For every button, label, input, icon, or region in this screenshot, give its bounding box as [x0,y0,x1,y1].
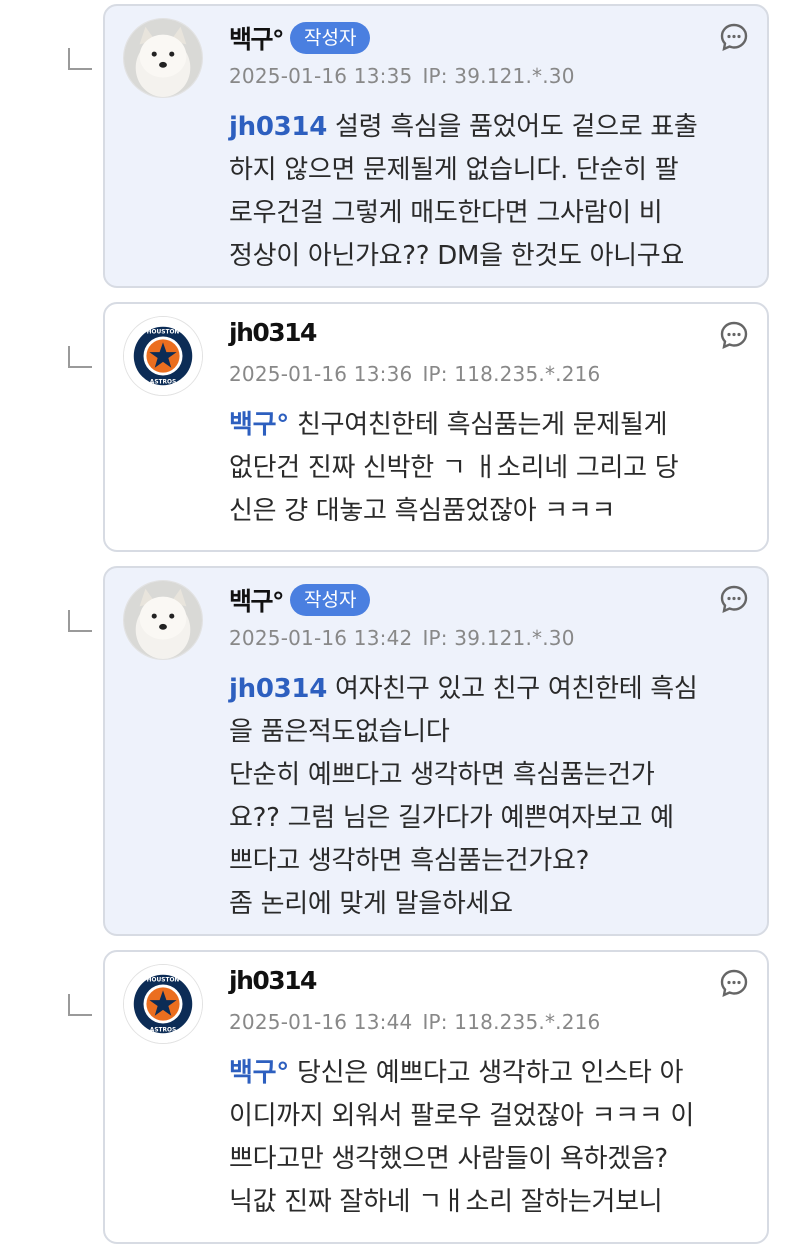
reply-arrow-icon [68,994,92,1016]
dog-avatar[interactable] [123,580,203,660]
comment-ip: IP: 39.121.*.30 [422,626,575,650]
mention-link[interactable]: 백구° [229,410,289,440]
comment-menu-icon[interactable] [719,22,749,52]
comment-line: 쁘다고 생각하면 흑심품는건가요? [229,846,590,876]
comment-card: HOUSTON ASTROS jh0314 2025-01-16 13:36 IP… [103,302,769,552]
astros-logo-avatar[interactable]: HOUSTON ASTROS [123,964,203,1044]
comment-body: 백구° 당신은 예쁘다고 생각하고 인스타 아 이디까지 외워서 팔로우 걸었잖아… [229,1052,745,1224]
mention-link[interactable]: jh0314 [229,674,327,704]
reply-arrow-icon [68,346,92,368]
comment-line: jh0314 여자친구 있고 친구 여친한테 흑심 [229,674,698,704]
comment-card: 백구° 작성자 2025-01-16 13:35 IP: 39.121.*.30 … [103,4,769,288]
comment-menu-icon[interactable] [719,968,749,998]
comment-line: 백구° 친구여친한테 흑심품는게 문제될게 [229,410,668,440]
comment-line: jh0314 설령 흑심을 품었어도 겉으로 표출 [229,112,698,142]
mention-link[interactable]: 백구° [229,1058,289,1088]
comment-body: jh0314 여자친구 있고 친구 여친한테 흑심 을 품은적도없습니다 단순히 … [229,668,745,926]
comment-timestamp: 2025-01-16 13:35 [229,64,413,88]
comment-meta: 2025-01-16 13:44 IP: 118.235.*.216 [229,1010,601,1034]
comment-line: 단순히 예쁘다고 생각하면 흑심품는건가 [229,760,655,790]
dog-avatar[interactable] [123,18,203,98]
comment-timestamp: 2025-01-16 13:44 [229,1010,413,1034]
comment-line: 신은 걍 대놓고 흑심품었잖아 ㅋㅋㅋ [229,496,616,526]
comment-meta: 2025-01-16 13:35 IP: 39.121.*.30 [229,64,575,88]
svg-text:HOUSTON: HOUSTON [147,330,180,336]
reply-arrow-icon [68,610,92,632]
comment-line: 이디까지 외워서 팔로우 걸었잖아 ㅋㅋㅋ 이 [229,1101,694,1131]
comment-meta: 2025-01-16 13:36 IP: 118.235.*.216 [229,362,601,386]
comment-line: 백구° 당신은 예쁘다고 생각하고 인스타 아 [229,1058,684,1088]
comment-line: 을 품은적도없습니다 [229,717,450,747]
svg-text:HOUSTON: HOUSTON [147,978,180,984]
reply-arrow-icon [68,48,92,70]
comment-menu-icon[interactable] [719,584,749,614]
comment-timestamp: 2025-01-16 13:42 [229,626,413,650]
comment-line: 요?? 그럼 님은 길가다가 예쁜여자보고 예 [229,803,674,833]
comment-line: 없단건 진짜 신박한 ㄱ ㅐ소리네 그리고 당 [229,453,679,483]
astros-logo-avatar[interactable]: HOUSTON ASTROS [123,316,203,396]
comment-line: 좀 논리에 맞게 말을하세요 [229,889,513,919]
comment-body: jh0314 설령 흑심을 품었어도 겉으로 표출 하지 않으면 문제될게 없습니… [229,106,745,278]
comment-menu-icon[interactable] [719,320,749,350]
comment-ip: IP: 118.235.*.216 [422,362,601,386]
comment-meta: 2025-01-16 13:42 IP: 39.121.*.30 [229,626,575,650]
svg-text:ASTROS: ASTROS [150,1027,176,1033]
author-badge: 작성자 [290,22,371,54]
comment-line: 하지 않으면 문제될게 없습니다. 단순히 팔 [229,155,679,185]
comment-ip: IP: 39.121.*.30 [422,64,575,88]
comment-line: 쁘다고만 생각했으면 사람들이 욕하겠음? [229,1144,668,1174]
comment-ip: IP: 118.235.*.216 [422,1010,601,1034]
comment-card: 백구° 작성자 2025-01-16 13:42 IP: 39.121.*.30 … [103,566,769,936]
comment-body: 백구° 친구여친한테 흑심품는게 문제될게 없단건 진짜 신박한 ㄱ ㅐ소리네 그… [229,404,745,533]
comment-line: 로우건걸 그렇게 매도한다면 그사람이 비 [229,198,663,228]
comment-nickname[interactable]: jh0314 [229,966,317,995]
comment-timestamp: 2025-01-16 13:36 [229,362,413,386]
comment-nickname[interactable]: 백구° [229,20,285,56]
svg-text:ASTROS: ASTROS [150,379,176,385]
author-badge: 작성자 [290,584,371,616]
mention-link[interactable]: jh0314 [229,112,327,142]
comment-nickname[interactable]: jh0314 [229,318,317,347]
comment-card: HOUSTON ASTROS jh0314 2025-01-16 13:44 IP… [103,950,769,1244]
comment-line: 닉값 진짜 잘하네 ㄱㅐ소리 잘하는거보니 [229,1187,663,1217]
comment-nickname[interactable]: 백구° [229,582,285,618]
comment-line: 정상이 아닌가요?? DM을 한것도 아니구요 [229,241,685,271]
